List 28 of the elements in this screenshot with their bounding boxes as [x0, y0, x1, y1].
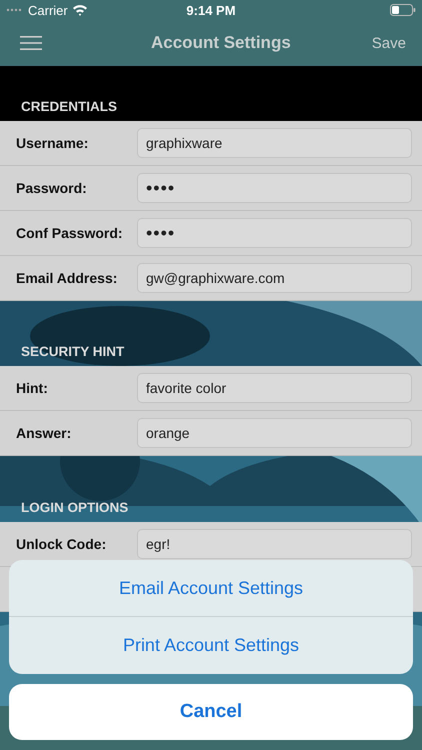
clock-time: 9:14 PM [186, 2, 236, 18]
field-label: Answer: [16, 425, 72, 441]
section-header: SECURITY HINT [21, 344, 124, 359]
signal-icon [6, 8, 24, 12]
input-field[interactable]: favorite color [137, 373, 412, 403]
field-label: Username: [16, 135, 90, 151]
section-header: LOGIN OPTIONS [21, 500, 128, 515]
carrier-name: Carrier [28, 2, 68, 18]
input-field[interactable]: orange [137, 418, 412, 448]
action-button[interactable]: Email Account Settings [9, 560, 413, 617]
input-field[interactable]: gw@graphixware.com [137, 263, 412, 293]
action-button[interactable]: Print Account Settings [9, 617, 413, 674]
password-field[interactable]: •••• [137, 173, 412, 203]
password-field[interactable]: •••• [137, 218, 412, 248]
input-field[interactable]: graphixware [137, 128, 412, 158]
menu-icon [20, 35, 42, 51]
field-label: Conf Password: [16, 225, 124, 241]
field-label: Unlock Code: [16, 536, 108, 552]
battery-icon [390, 4, 416, 16]
input-field[interactable]: egr! [137, 529, 412, 559]
section-header: CREDENTIALS [21, 99, 118, 114]
wifi-icon [72, 4, 88, 16]
field-label: Email Address: [16, 270, 118, 286]
cancel-button[interactable]: Cancel [9, 684, 413, 740]
screen-title: Account Settings [151, 33, 291, 53]
field-label: Password: [16, 180, 88, 196]
save-button[interactable]: Save [370, 30, 408, 56]
field-label: Hint: [16, 380, 49, 396]
